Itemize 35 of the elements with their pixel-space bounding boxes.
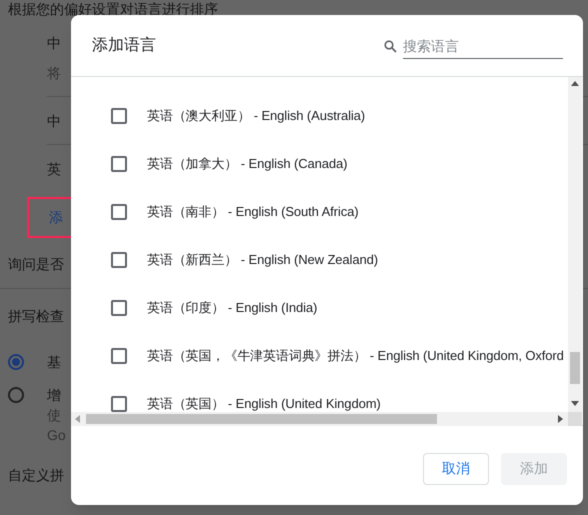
section-title: 自定义拼 [8, 466, 64, 484]
language-option[interactable]: 英语（新西兰） - English (New Zealand) [147, 250, 378, 270]
scroll-down-icon[interactable] [571, 401, 579, 406]
language-option[interactable]: 英语（英国） - English (United Kingdom) [147, 394, 381, 412]
scrollbar-thumb[interactable] [86, 414, 437, 424]
checkbox[interactable] [111, 204, 127, 220]
language-option[interactable]: 英语（英国，《牛津英语词典》拼法） - English (United Kingdom, Oxford [147, 346, 564, 366]
setting-label: 询问是否 [8, 255, 64, 274]
language-option[interactable]: 英语（印度） - English (India) [147, 298, 318, 318]
language-name: 中 [47, 112, 61, 130]
scrollbar-corner [568, 412, 582, 426]
cancel-button[interactable]: 取消 [423, 452, 489, 484]
checkbox[interactable] [111, 300, 127, 316]
scrollbar-thumb[interactable] [570, 352, 580, 384]
checkbox[interactable] [111, 156, 127, 172]
checkbox[interactable] [111, 108, 127, 124]
scroll-up-icon[interactable] [571, 81, 579, 86]
section-title: 拼写检查 [8, 306, 64, 326]
checkbox[interactable] [111, 348, 127, 364]
language-option[interactable]: 英语（南非） - English (South Africa) [147, 202, 358, 222]
search-field[interactable]: 搜索语言 [403, 34, 563, 58]
language-name: 英 [47, 160, 61, 179]
horizontal-scrollbar[interactable] [71, 412, 568, 426]
scroll-right-icon[interactable] [558, 415, 563, 423]
language-option[interactable]: 英语（加拿大） - English (Canada) [147, 154, 348, 174]
language-option[interactable]: 英语（澳大利亚） - English (Australia) [147, 106, 366, 126]
radio-button[interactable] [8, 354, 24, 370]
search-icon [384, 40, 397, 53]
radio-button[interactable] [8, 387, 24, 403]
dialog-title: 添加语言 [92, 36, 156, 56]
checkbox[interactable] [111, 252, 127, 268]
vertical-scrollbar[interactable] [568, 77, 582, 412]
option-label: 增 [47, 386, 61, 405]
language-name: 中 [47, 34, 61, 52]
option-label: 基 [47, 353, 61, 372]
